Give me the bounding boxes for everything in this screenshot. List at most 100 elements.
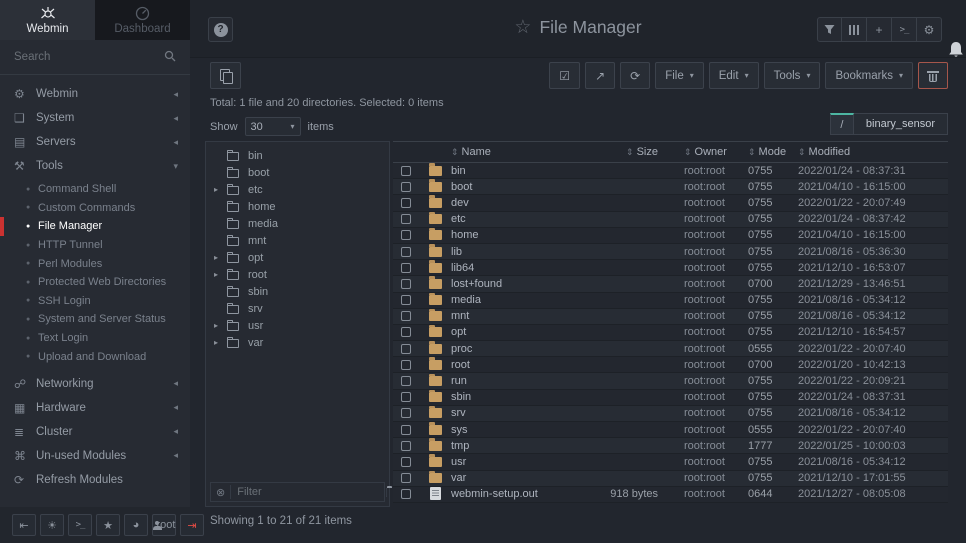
sidebar-item[interactable]: ● Perl Modules xyxy=(0,254,190,273)
cell-name[interactable]: root xyxy=(451,359,555,371)
paste-buffer-button[interactable] xyxy=(210,62,241,89)
menu-bookmarks[interactable]: Bookmarks▾ xyxy=(825,62,913,89)
col-mode[interactable]: ⇕Mode xyxy=(748,146,798,158)
row-checkbox[interactable] xyxy=(401,198,411,208)
cell-name[interactable]: sbin xyxy=(451,391,555,403)
table-row[interactable]: proc root:root 0555 2022/01/22 - 20:07:4… xyxy=(393,341,948,357)
columns-button[interactable] xyxy=(842,17,867,42)
cell-name[interactable]: opt xyxy=(451,326,555,338)
sidebar-item[interactable]: ● Protected Web Directories xyxy=(0,273,190,292)
row-checkbox[interactable] xyxy=(401,327,411,337)
table-row[interactable]: lib64 root:root 0755 2021/12/10 - 16:53:… xyxy=(393,260,948,276)
tree-item[interactable]: ▸ opt xyxy=(206,249,389,266)
row-checkbox[interactable] xyxy=(401,166,411,176)
tree-item[interactable]: ▸ boot xyxy=(206,164,389,181)
select-all-button[interactable]: ☑ xyxy=(549,62,580,89)
table-row[interactable]: tmp root:root 1777 2022/01/25 - 10:00:03 xyxy=(393,438,948,454)
row-checkbox[interactable] xyxy=(401,441,411,451)
sidebar-section[interactable]: ❑ System ◂ xyxy=(0,106,190,130)
sidebar-item[interactable]: ● SSH Login xyxy=(0,292,190,311)
favorites-button[interactable]: ★ xyxy=(96,514,120,536)
cell-name[interactable]: boot xyxy=(451,181,555,193)
cell-name[interactable]: proc xyxy=(451,343,555,355)
tree-item[interactable]: ▸ home xyxy=(206,198,389,215)
row-checkbox[interactable] xyxy=(401,489,411,499)
expand-arrow-icon[interactable]: ▸ xyxy=(214,338,227,347)
sidebar-item[interactable]: ● Text Login xyxy=(0,329,190,348)
table-row[interactable]: media root:root 0755 2021/08/16 - 05:34:… xyxy=(393,293,948,309)
tab-webmin[interactable]: Webmin xyxy=(0,0,95,40)
cell-name[interactable]: webmin-setup.out xyxy=(451,488,555,500)
tree-item[interactable]: ▸ sbin xyxy=(206,283,389,300)
export-button[interactable]: ↗ xyxy=(585,62,615,89)
row-checkbox[interactable] xyxy=(401,182,411,192)
col-name[interactable]: ⇕Name xyxy=(451,146,555,158)
row-checkbox[interactable] xyxy=(401,408,411,418)
cell-name[interactable]: mnt xyxy=(451,310,555,322)
sidebar-item[interactable]: ● System and Server Status xyxy=(0,310,190,329)
cell-name[interactable]: usr xyxy=(451,456,555,468)
tree-item[interactable]: ▸ srv xyxy=(206,300,389,317)
clear-filter-icon[interactable]: ⊗ xyxy=(216,486,225,499)
tree-item[interactable]: ▸ media xyxy=(206,215,389,232)
row-checkbox[interactable] xyxy=(401,230,411,240)
tree-item[interactable]: ▸ var xyxy=(206,334,389,351)
table-row[interactable]: bin root:root 0755 2022/01/24 - 08:37:31 xyxy=(393,163,948,179)
row-checkbox[interactable] xyxy=(401,214,411,224)
language-button[interactable]: ◕ xyxy=(124,514,148,536)
search-input[interactable] xyxy=(14,46,174,68)
row-checkbox[interactable] xyxy=(401,295,411,305)
sidebar-section[interactable]: ⚙ Webmin ◂ xyxy=(0,82,190,106)
row-checkbox[interactable] xyxy=(401,425,411,435)
menu-edit[interactable]: Edit▾ xyxy=(709,62,759,89)
table-row[interactable]: etc root:root 0755 2022/01/24 - 08:37:42 xyxy=(393,212,948,228)
cell-name[interactable]: run xyxy=(451,375,555,387)
table-row[interactable]: sbin root:root 0755 2022/01/24 - 08:37:3… xyxy=(393,390,948,406)
table-row[interactable]: srv root:root 0755 2021/08/16 - 05:34:12 xyxy=(393,406,948,422)
row-checkbox[interactable] xyxy=(401,392,411,402)
table-row[interactable]: dev root:root 0755 2022/01/22 - 20:07:49 xyxy=(393,195,948,211)
cell-name[interactable]: lib xyxy=(451,246,555,258)
col-size[interactable]: ⇕Size xyxy=(555,146,670,158)
add-button[interactable]: + xyxy=(867,17,892,42)
row-checkbox[interactable] xyxy=(401,344,411,354)
sidebar-section[interactable]: ⚒ Tools ▾ xyxy=(0,154,190,178)
row-checkbox[interactable] xyxy=(401,473,411,483)
breadcrumb-segment[interactable]: binary_sensor xyxy=(854,113,948,135)
breadcrumb-root[interactable]: / xyxy=(830,113,854,135)
sidebar-section[interactable]: ☍ Networking ◂ xyxy=(0,372,190,396)
folder-icon[interactable] xyxy=(386,488,387,497)
tree-item[interactable]: ▸ etc xyxy=(206,181,389,198)
expand-arrow-icon[interactable]: ▸ xyxy=(214,185,227,194)
cell-name[interactable]: tmp xyxy=(451,440,555,452)
cell-name[interactable]: etc xyxy=(451,213,555,225)
expand-arrow-icon[interactable]: ▸ xyxy=(214,270,227,279)
sidebar-item[interactable]: ● File Manager xyxy=(0,217,190,236)
row-checkbox[interactable] xyxy=(401,457,411,467)
row-checkbox[interactable] xyxy=(401,376,411,386)
cell-name[interactable]: lib64 xyxy=(451,262,555,274)
terminal-button[interactable]: >_ xyxy=(68,514,92,536)
sidebar-section[interactable]: ▦ Hardware ◂ xyxy=(0,396,190,420)
table-row[interactable]: root root:root 0700 2022/01/20 - 10:42:1… xyxy=(393,357,948,373)
shell-button[interactable]: >_ xyxy=(892,17,917,42)
settings-button[interactable]: ⚙ xyxy=(917,17,942,42)
table-row[interactable]: usr root:root 0755 2021/08/16 - 05:34:12 xyxy=(393,454,948,470)
sidebar-section[interactable]: ⟳ Refresh Modules xyxy=(0,468,190,492)
tree-item[interactable]: ▸ mnt xyxy=(206,232,389,249)
table-row[interactable]: webmin-setup.out 918 bytes root:root 064… xyxy=(393,487,948,503)
trash-button[interactable] xyxy=(918,62,948,89)
table-row[interactable]: boot root:root 0755 2021/04/10 - 16:15:0… xyxy=(393,179,948,195)
menu-file[interactable]: File▾ xyxy=(655,62,704,89)
sidebar-section[interactable]: ▤ Servers ◂ xyxy=(0,130,190,154)
table-row[interactable]: lost+found root:root 0700 2021/12/29 - 1… xyxy=(393,276,948,292)
menu-tools[interactable]: Tools▾ xyxy=(764,62,821,89)
row-checkbox[interactable] xyxy=(401,360,411,370)
filter-button[interactable] xyxy=(817,17,842,42)
tab-dashboard[interactable]: Dashboard xyxy=(95,0,190,40)
favorite-star-icon[interactable]: ☆ xyxy=(514,16,531,39)
cell-name[interactable]: bin xyxy=(451,165,555,177)
page-size-select[interactable]: 30 ▾ xyxy=(245,117,301,136)
sidebar-item[interactable]: ● Command Shell xyxy=(0,180,190,199)
sidebar-section[interactable]: ⌘ Un-used Modules ◂ xyxy=(0,444,190,468)
